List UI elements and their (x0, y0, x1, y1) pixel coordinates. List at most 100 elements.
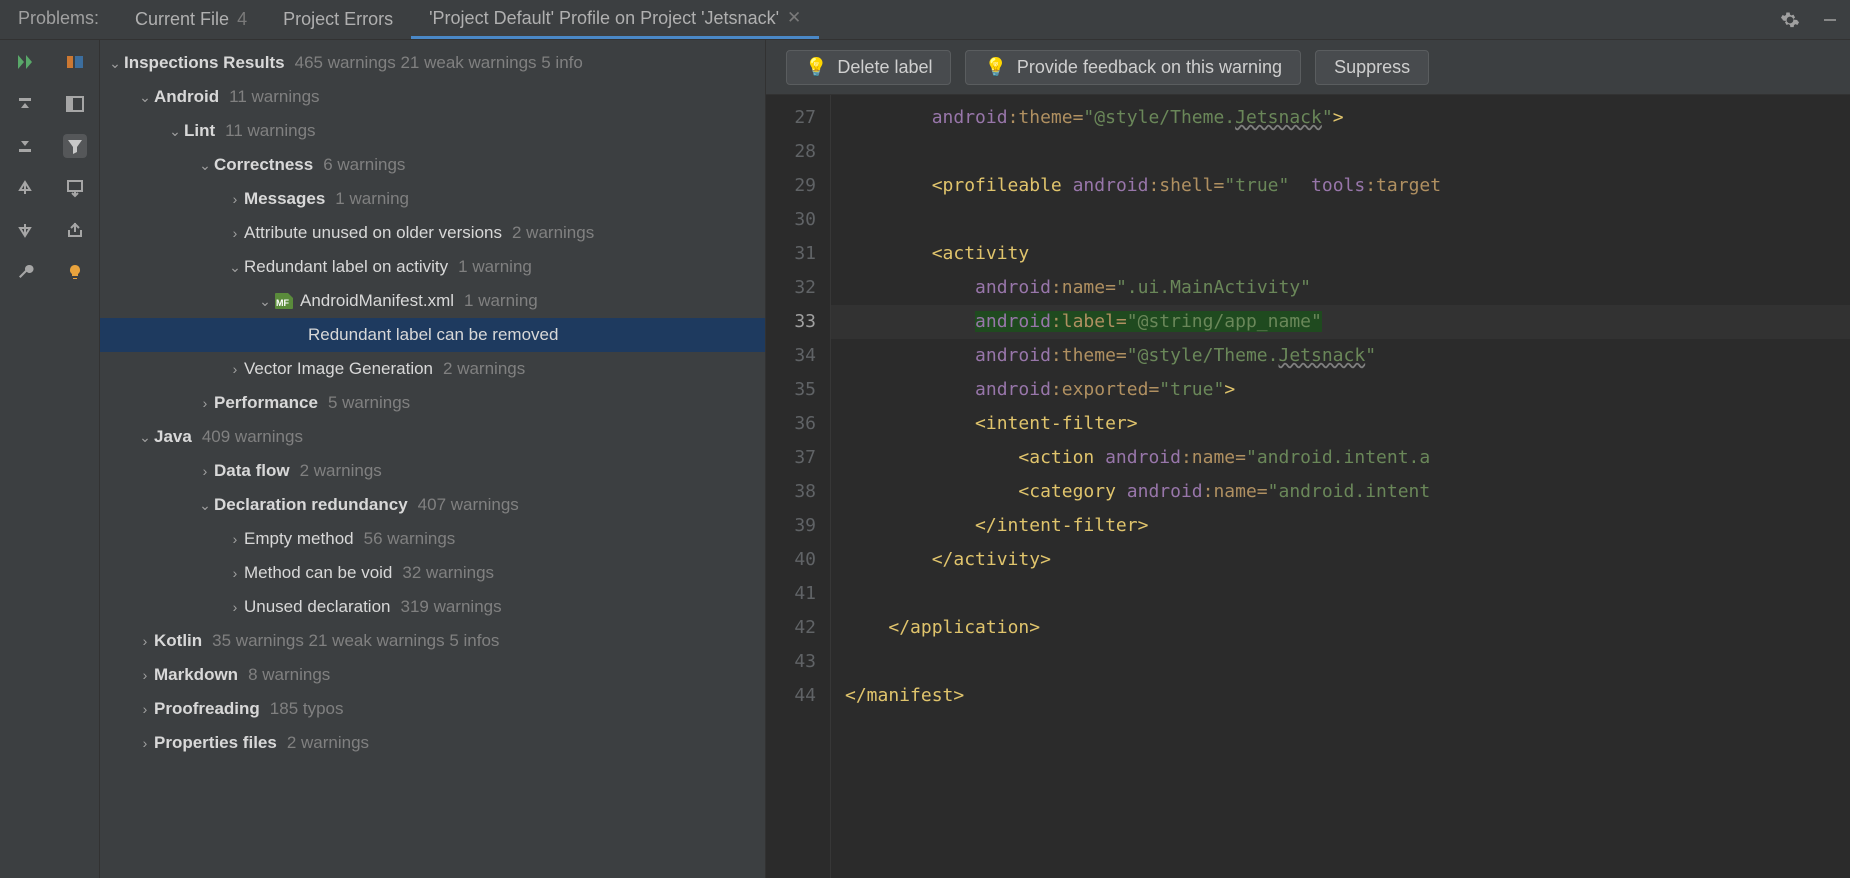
gear-icon[interactable] (1770, 0, 1810, 39)
prev-problem-icon[interactable] (13, 176, 37, 200)
meta: 1 warning (458, 257, 532, 277)
chevron-right-icon[interactable]: › (136, 735, 154, 751)
next-problem-icon[interactable] (13, 218, 37, 242)
chevron-right-icon[interactable]: › (226, 531, 244, 547)
chevron-down-icon[interactable]: ⌄ (136, 429, 154, 446)
code-line[interactable] (831, 135, 1850, 169)
chevron-down-icon[interactable]: ⌄ (196, 497, 214, 514)
chevron-right-icon[interactable]: › (196, 463, 214, 479)
chevron-right-icon[interactable]: › (226, 599, 244, 615)
code-line[interactable]: </activity> (831, 543, 1850, 577)
code-line[interactable]: <action android:name="android.intent.a (831, 441, 1850, 475)
label: Performance (214, 393, 318, 413)
chevron-down-icon[interactable]: ⌄ (196, 157, 214, 174)
view-options-icon[interactable] (63, 92, 87, 116)
code-line[interactable]: android:exported="true"> (831, 373, 1850, 407)
suppress-button[interactable]: Suppress (1315, 50, 1429, 85)
chevron-right-icon[interactable]: › (226, 225, 244, 241)
tree-correctness[interactable]: ⌄ Correctness 6 warnings (100, 148, 765, 182)
code-line[interactable]: </manifest> (831, 679, 1850, 713)
wrench-icon[interactable] (13, 260, 37, 284)
meta: 185 typos (270, 699, 344, 719)
filter-icon[interactable] (63, 134, 87, 158)
feedback-button[interactable]: 💡 Provide feedback on this warning (965, 50, 1301, 85)
tree-method-void[interactable]: › Method can be void 32 warnings (100, 556, 765, 590)
code-line[interactable]: </application> (831, 611, 1850, 645)
code-line[interactable]: android:theme="@style/Theme.Jetsnack"> (831, 101, 1850, 135)
tree-root[interactable]: ⌄ Inspections Results 465 warnings 21 we… (100, 46, 765, 80)
bulb-icon: 💡 (805, 57, 827, 78)
delete-label-button[interactable]: 💡 Delete label (786, 50, 951, 85)
tree-manifest-file[interactable]: ⌄ MF AndroidManifest.xml 1 warning (100, 284, 765, 318)
code-line[interactable] (831, 577, 1850, 611)
code-line[interactable]: android:theme="@style/Theme.Jetsnack" (831, 339, 1850, 373)
tree-messages[interactable]: › Messages 1 warning (100, 182, 765, 216)
tab-project-errors[interactable]: Project Errors (265, 0, 411, 39)
chevron-down-icon[interactable]: ⌄ (256, 293, 274, 310)
label: Markdown (154, 665, 238, 685)
tree-kotlin[interactable]: › Kotlin 35 warnings 21 weak warnings 5 … (100, 624, 765, 658)
chevron-right-icon[interactable]: › (226, 361, 244, 377)
autoscroll-icon[interactable] (63, 176, 87, 200)
tree-vector[interactable]: › Vector Image Generation 2 warnings (100, 352, 765, 386)
tab-current-file[interactable]: Current File 4 (117, 0, 265, 39)
code-line[interactable]: <category android:name="android.intent (831, 475, 1850, 509)
tab-profile-label: 'Project Default' Profile on Project 'Je… (429, 8, 779, 29)
code-line[interactable]: android:name=".ui.MainActivity" (831, 271, 1850, 305)
meta: 2 warnings (300, 461, 382, 481)
minimize-icon[interactable] (1810, 0, 1850, 39)
chevron-right-icon[interactable]: › (226, 191, 244, 207)
inspections-tree[interactable]: ⌄ Inspections Results 465 warnings 21 we… (100, 40, 765, 878)
tree-proofreading[interactable]: › Proofreading 185 typos (100, 692, 765, 726)
chevron-right-icon[interactable]: › (136, 633, 154, 649)
tree-empty-method[interactable]: › Empty method 56 warnings (100, 522, 765, 556)
chevron-right-icon[interactable]: › (196, 395, 214, 411)
tree-lint[interactable]: ⌄ Lint 11 warnings (100, 114, 765, 148)
tab-profile-active[interactable]: 'Project Default' Profile on Project 'Je… (411, 0, 819, 39)
code-line-current[interactable]: android:label="@string/app_name" (831, 305, 1850, 339)
code-line[interactable] (831, 645, 1850, 679)
tree-redundant-issue[interactable]: Redundant label can be removed (100, 318, 765, 352)
chevron-down-icon[interactable]: ⌄ (136, 89, 154, 106)
meta: 319 warnings (400, 597, 501, 617)
code-line[interactable] (831, 203, 1850, 237)
meta: 2 warnings (443, 359, 525, 379)
code-line[interactable]: <activity (831, 237, 1850, 271)
code-preview[interactable]: 272829303132333435363738394041424344 and… (766, 95, 1850, 878)
tree-dataflow[interactable]: › Data flow 2 warnings (100, 454, 765, 488)
chevron-right-icon[interactable]: › (136, 701, 154, 717)
tree-markdown[interactable]: › Markdown 8 warnings (100, 658, 765, 692)
tree-java[interactable]: ⌄ Java 409 warnings (100, 420, 765, 454)
code-line[interactable]: </intent-filter> (831, 509, 1850, 543)
chevron-right-icon[interactable]: › (226, 565, 244, 581)
tree-unused-decl[interactable]: › Unused declaration 319 warnings (100, 590, 765, 624)
chevron-down-icon[interactable]: ⌄ (166, 123, 184, 140)
tree-android[interactable]: ⌄ Android 11 warnings (100, 80, 765, 114)
meta: 407 warnings (418, 495, 519, 515)
code-line[interactable]: <intent-filter> (831, 407, 1850, 441)
collapse-all-icon[interactable] (13, 134, 37, 158)
label: Properties files (154, 733, 277, 753)
meta: 2 warnings (287, 733, 369, 753)
tree-redundant-label[interactable]: ⌄ Redundant label on activity 1 warning (100, 250, 765, 284)
chevron-right-icon[interactable]: › (136, 667, 154, 683)
close-icon[interactable]: ✕ (787, 8, 801, 28)
bulb-icon[interactable] (63, 260, 87, 284)
meta: 8 warnings (248, 665, 330, 685)
tree-properties[interactable]: › Properties files 2 warnings (100, 726, 765, 760)
export-icon[interactable] (63, 218, 87, 242)
meta: 1 warning (464, 291, 538, 311)
group-by-icon[interactable] (63, 50, 87, 74)
chevron-down-icon[interactable]: ⌄ (226, 259, 244, 276)
label: Suppress (1334, 57, 1410, 78)
label: Proofreading (154, 699, 260, 719)
tree-performance[interactable]: › Performance 5 warnings (100, 386, 765, 420)
expand-all-icon[interactable] (13, 92, 37, 116)
manifest-file-icon: MF (274, 291, 294, 311)
tree-decl-redundancy[interactable]: ⌄ Declaration redundancy 407 warnings (100, 488, 765, 522)
label: Messages (244, 189, 325, 209)
rerun-icon[interactable] (13, 50, 37, 74)
chevron-down-icon[interactable]: ⌄ (106, 55, 124, 72)
code-line[interactable]: <profileable android:shell="true" tools:… (831, 169, 1850, 203)
tree-attribute-unused[interactable]: › Attribute unused on older versions 2 w… (100, 216, 765, 250)
